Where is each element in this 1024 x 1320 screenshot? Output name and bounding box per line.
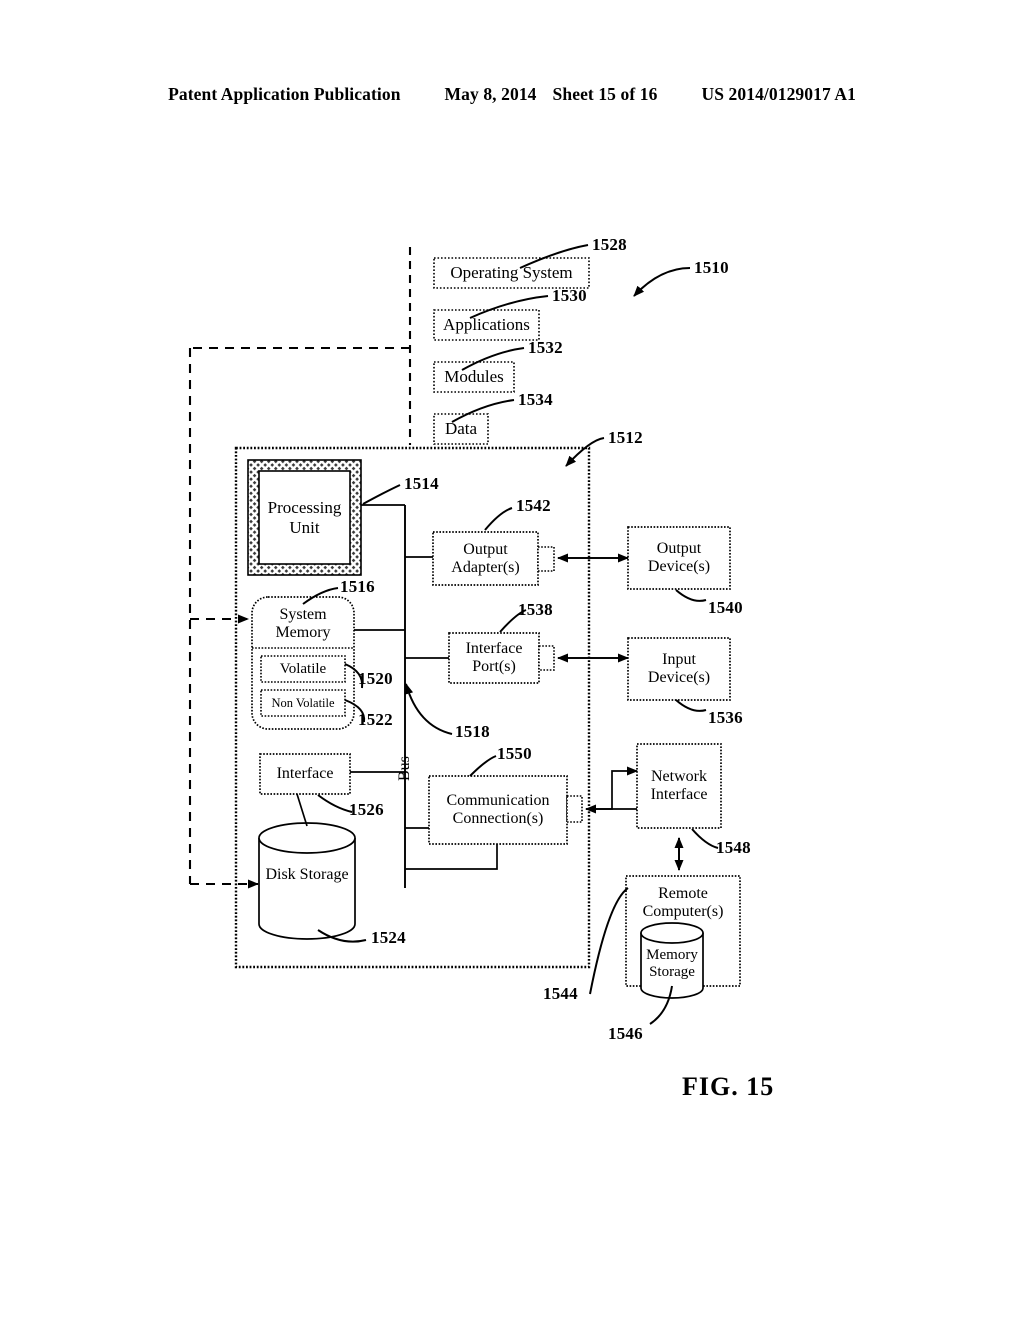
leader-1540 (675, 589, 707, 602)
communication-connections-box (428, 775, 568, 845)
refnum-1516: 1516 (340, 577, 375, 596)
figure-caption: FIG. 15 (682, 1072, 775, 1101)
refnum-1514: 1514 (404, 474, 439, 493)
figure-15-diagram: Operating System Applications Modules Da… (0, 0, 1024, 1320)
leader-1536 (675, 699, 707, 712)
interface-to-disk-link (296, 793, 308, 827)
processing-unit-frame (247, 459, 362, 576)
output-adapter-connector-stub (537, 546, 555, 572)
interface-ports-box (448, 632, 540, 684)
non-volatile-box (260, 689, 346, 717)
output-adapters-box (432, 531, 539, 586)
refnum-1550: 1550 (497, 744, 532, 763)
comm-to-bus-link (405, 844, 498, 870)
leader-1544 (589, 887, 629, 995)
applications-box (433, 309, 540, 341)
interface-box (259, 753, 351, 795)
system-memory-shape (251, 596, 355, 730)
refnum-1524: 1524 (371, 928, 406, 947)
leader-1514 (362, 484, 401, 505)
bus-label: Bus (396, 756, 413, 781)
output-devices-box (627, 526, 731, 590)
refnum-1540: 1540 (708, 598, 743, 617)
network-interface-box (636, 743, 722, 829)
input-devices-box (627, 637, 731, 701)
leader-1526 (317, 794, 353, 813)
leader-1512-arrow (565, 437, 605, 467)
communication-connector-stub (566, 795, 583, 823)
refnum-1520: 1520 (358, 669, 393, 688)
disk-storage-cylinder (258, 822, 356, 940)
modules-box (433, 361, 515, 393)
operating-system-box (433, 257, 590, 289)
leader-1510-arrow (633, 267, 691, 297)
leader-1550 (469, 755, 497, 777)
refnum-1538: 1538 (518, 600, 553, 619)
comm-to-network-interface-link (585, 766, 638, 814)
refnum-1546: 1546 (608, 1024, 643, 1043)
data-box (433, 413, 489, 445)
refnum-1548: 1548 (716, 838, 751, 857)
refnum-1544: 1544 (543, 984, 578, 1003)
refnum-1536: 1536 (708, 708, 743, 727)
refnum-1528: 1528 (592, 235, 627, 254)
leader-1548 (691, 828, 719, 849)
leader-1542 (484, 507, 513, 531)
refnum-1532: 1532 (528, 338, 563, 357)
leader-1518 (404, 683, 453, 735)
refnum-1542: 1542 (516, 496, 551, 515)
refnum-1530: 1530 (552, 286, 587, 305)
refnum-1510: 1510 (694, 258, 729, 277)
refnum-1518: 1518 (455, 722, 490, 741)
refnum-1522: 1522 (358, 710, 393, 729)
refnum-1534: 1534 (518, 390, 553, 409)
interface-port-connector-stub (538, 645, 555, 671)
volatile-box (260, 655, 346, 683)
refnum-1526: 1526 (349, 800, 384, 819)
refnum-1512: 1512 (608, 428, 643, 447)
